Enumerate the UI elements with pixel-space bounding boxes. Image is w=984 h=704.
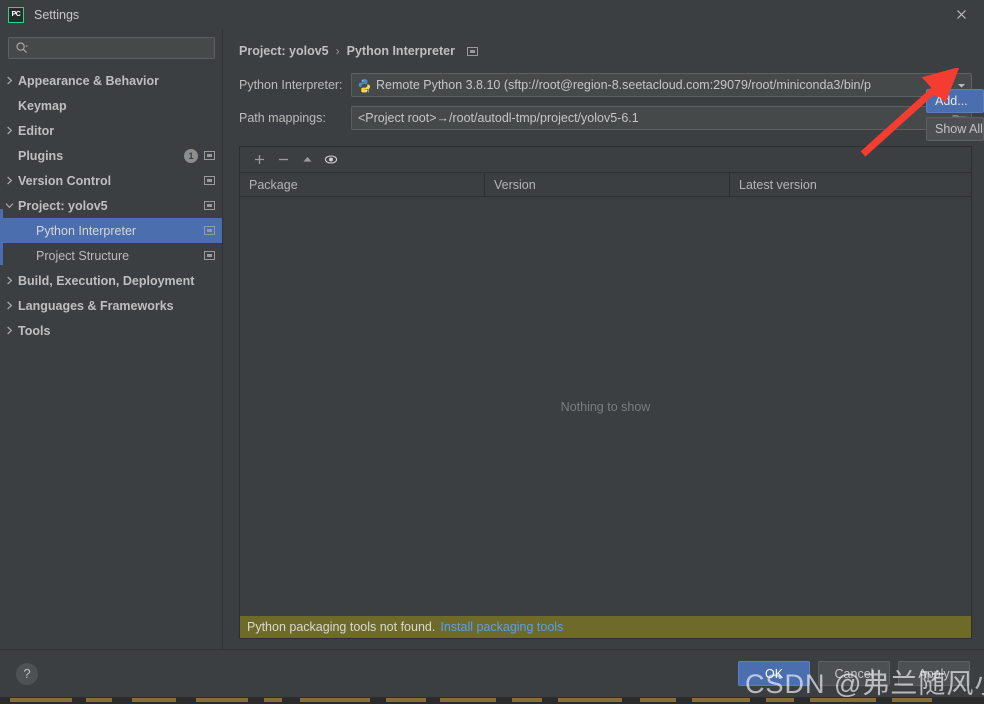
project-scope-icon: [466, 46, 478, 56]
packages-table-body[interactable]: Nothing to show: [240, 197, 971, 616]
python-remote-icon: R: [357, 78, 372, 93]
column-header-version[interactable]: Version: [485, 173, 730, 196]
install-packaging-tools-link[interactable]: Install packaging tools: [440, 620, 563, 634]
help-button[interactable]: ?: [16, 662, 38, 685]
column-header-package[interactable]: Package: [240, 173, 485, 196]
chevron-right-icon[interactable]: [0, 76, 18, 85]
project-scope-icon: [204, 176, 215, 185]
dialog-body: Appearance & Behavior Keymap Editor Plugins…: [0, 29, 984, 649]
python-interpreter-row: Python Interpreter: R Remote Python 3.8.…: [239, 73, 972, 97]
sidebar-item-label: Build, Execution, Deployment: [18, 273, 195, 288]
plugins-update-badge: 1: [184, 148, 198, 163]
column-header-latest-version[interactable]: Latest version: [730, 173, 971, 196]
settings-dialog: PC Settings Appearance & Behavior Keymap…: [0, 0, 984, 697]
cancel-button[interactable]: Cancel: [818, 661, 890, 686]
upgrade-arrow-icon[interactable]: [296, 150, 318, 170]
sidebar-item-label: Languages & Frameworks: [18, 298, 174, 313]
sidebar-item-version-control[interactable]: Version Control: [0, 168, 223, 193]
window-title: Settings: [34, 7, 80, 22]
sidebar-item-plugins[interactable]: Plugins 1: [0, 143, 223, 168]
sidebar-item-keymap[interactable]: Keymap: [0, 93, 223, 118]
search-container: [0, 29, 223, 68]
svg-text:R: R: [366, 88, 370, 92]
footer-buttons: OK Cancel Apply: [730, 661, 970, 686]
title-bar: PC Settings: [0, 0, 984, 29]
sidebar-item-label: Editor: [18, 123, 55, 138]
ok-button[interactable]: OK: [738, 661, 810, 686]
show-all-button[interactable]: Show All...: [926, 117, 984, 141]
sidebar-item-label: Plugins: [18, 148, 64, 163]
sidebar-item-appearance-behavior[interactable]: Appearance & Behavior: [0, 68, 223, 93]
close-icon[interactable]: [938, 0, 984, 29]
chevron-right-icon[interactable]: [0, 126, 18, 135]
path-mappings-row: Path mappings: <Project root>→/root/auto…: [239, 106, 972, 130]
python-interpreter-value: Remote Python 3.8.10 (sftp://root@region…: [376, 78, 871, 92]
breadcrumb-project[interactable]: Project: yolov5: [239, 44, 329, 58]
breadcrumb-page: Python Interpreter: [346, 44, 455, 58]
main-panel: Project: yolov5 › Python Interpreter Pyt…: [223, 29, 984, 649]
breadcrumb: Project: yolov5 › Python Interpreter: [239, 29, 972, 73]
sidebar-item-label: Tools: [18, 323, 51, 338]
search-box[interactable]: [8, 37, 215, 59]
sidebar-item-project-structure[interactable]: Project Structure: [0, 243, 223, 268]
packages-panel: Package Version Latest version Nothing to …: [239, 146, 972, 639]
sidebar-item-label: Keymap: [18, 98, 67, 113]
chevron-right-icon[interactable]: [0, 326, 18, 335]
warning-text: Python packaging tools not found.: [247, 620, 436, 634]
sidebar-item-label: Python Interpreter: [36, 223, 137, 238]
background-strip: [0, 697, 984, 704]
python-interpreter-combobox[interactable]: R Remote Python 3.8.10 (sftp://root@regi…: [351, 73, 972, 97]
project-scope-icon: [204, 201, 215, 210]
chevron-right-icon[interactable]: [0, 301, 18, 310]
project-scope-icon: [204, 226, 215, 235]
sidebar-item-build-execution-deployment[interactable]: Build, Execution, Deployment: [0, 268, 223, 293]
minus-icon[interactable]: [272, 150, 294, 170]
dialog-footer: ? OK Cancel Apply: [0, 649, 984, 697]
apply-button[interactable]: Apply: [898, 661, 970, 686]
chevron-right-icon[interactable]: [0, 276, 18, 285]
plus-icon[interactable]: [248, 150, 270, 170]
sidebar-item-project-yolov5[interactable]: Project: yolov5: [0, 193, 223, 218]
interpreter-actions: Add... Show All...: [926, 89, 984, 141]
sidebar-item-label: Project: yolov5: [18, 198, 108, 213]
path-mappings-field[interactable]: <Project root>→/root/autodl-tmp/project/…: [351, 106, 972, 130]
project-scope-icon: [204, 151, 215, 160]
path-mappings-label: Path mappings:: [239, 111, 326, 125]
sidebar-item-languages-frameworks[interactable]: Languages & Frameworks: [0, 293, 223, 318]
sidebar-item-editor[interactable]: Editor: [0, 118, 223, 143]
empty-state-text: Nothing to show: [560, 399, 651, 414]
search-icon: [15, 41, 29, 55]
sidebar-scroll-indicator[interactable]: [0, 209, 3, 265]
packages-table-header: Package Version Latest version: [240, 173, 971, 197]
packages-toolbar: [240, 147, 971, 173]
sidebar-item-tools[interactable]: Tools: [0, 318, 223, 343]
sidebar-item-label: Appearance & Behavior: [18, 73, 160, 88]
pycharm-logo-icon: PC: [8, 6, 24, 23]
sidebar-item-python-interpreter[interactable]: Python Interpreter: [0, 218, 223, 243]
path-mappings-value: <Project root>→/root/autodl-tmp/project/…: [358, 111, 639, 125]
sidebar-item-label: Version Control: [18, 173, 112, 188]
search-input[interactable]: [33, 41, 203, 55]
breadcrumb-separator-icon: ›: [335, 44, 340, 58]
sidebar-item-label: Project Structure: [36, 248, 130, 263]
project-scope-icon: [204, 251, 215, 260]
settings-sidebar: Appearance & Behavior Keymap Editor Plugins…: [0, 29, 223, 649]
add-button[interactable]: Add...: [926, 89, 984, 113]
chevron-right-icon[interactable]: [0, 176, 18, 185]
eye-icon[interactable]: [320, 150, 342, 170]
settings-tree: Appearance & Behavior Keymap Editor Plugins…: [0, 68, 223, 649]
python-interpreter-label: Python Interpreter:: [239, 78, 343, 92]
packaging-tools-warning: Python packaging tools not found. Instal…: [240, 616, 971, 638]
